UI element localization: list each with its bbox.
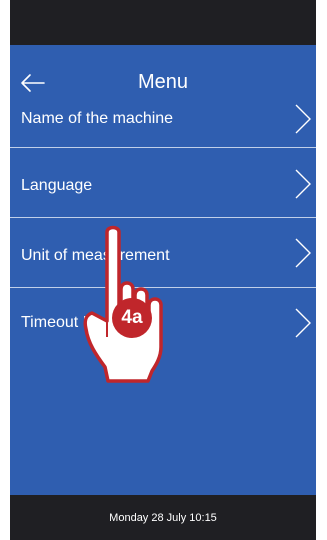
step-badge-label: 4a [121,307,143,328]
chevron-right-icon [295,169,311,199]
tap-hand-icon [83,225,163,383]
menu-item-label: Language [21,177,93,194]
datetime-text: Monday 28 July 10:15 [109,511,217,524]
divider [10,217,316,218]
chevron-right-icon [295,238,311,268]
menu-item-language[interactable]: Language [10,150,316,220]
device-frame: Menu Name of the machine Language Unit o… [10,0,316,540]
chevron-right-icon [295,308,311,338]
menu-screen: Menu Name of the machine Language Unit o… [10,45,316,495]
chevron-right-icon [295,104,311,134]
status-bar: Monday 28 July 10:15 [10,495,316,540]
menu-item-name-of-the-machine[interactable]: Name of the machine [10,85,316,155]
menu-item-label: Name of the machine [21,110,174,127]
divider [10,147,316,148]
